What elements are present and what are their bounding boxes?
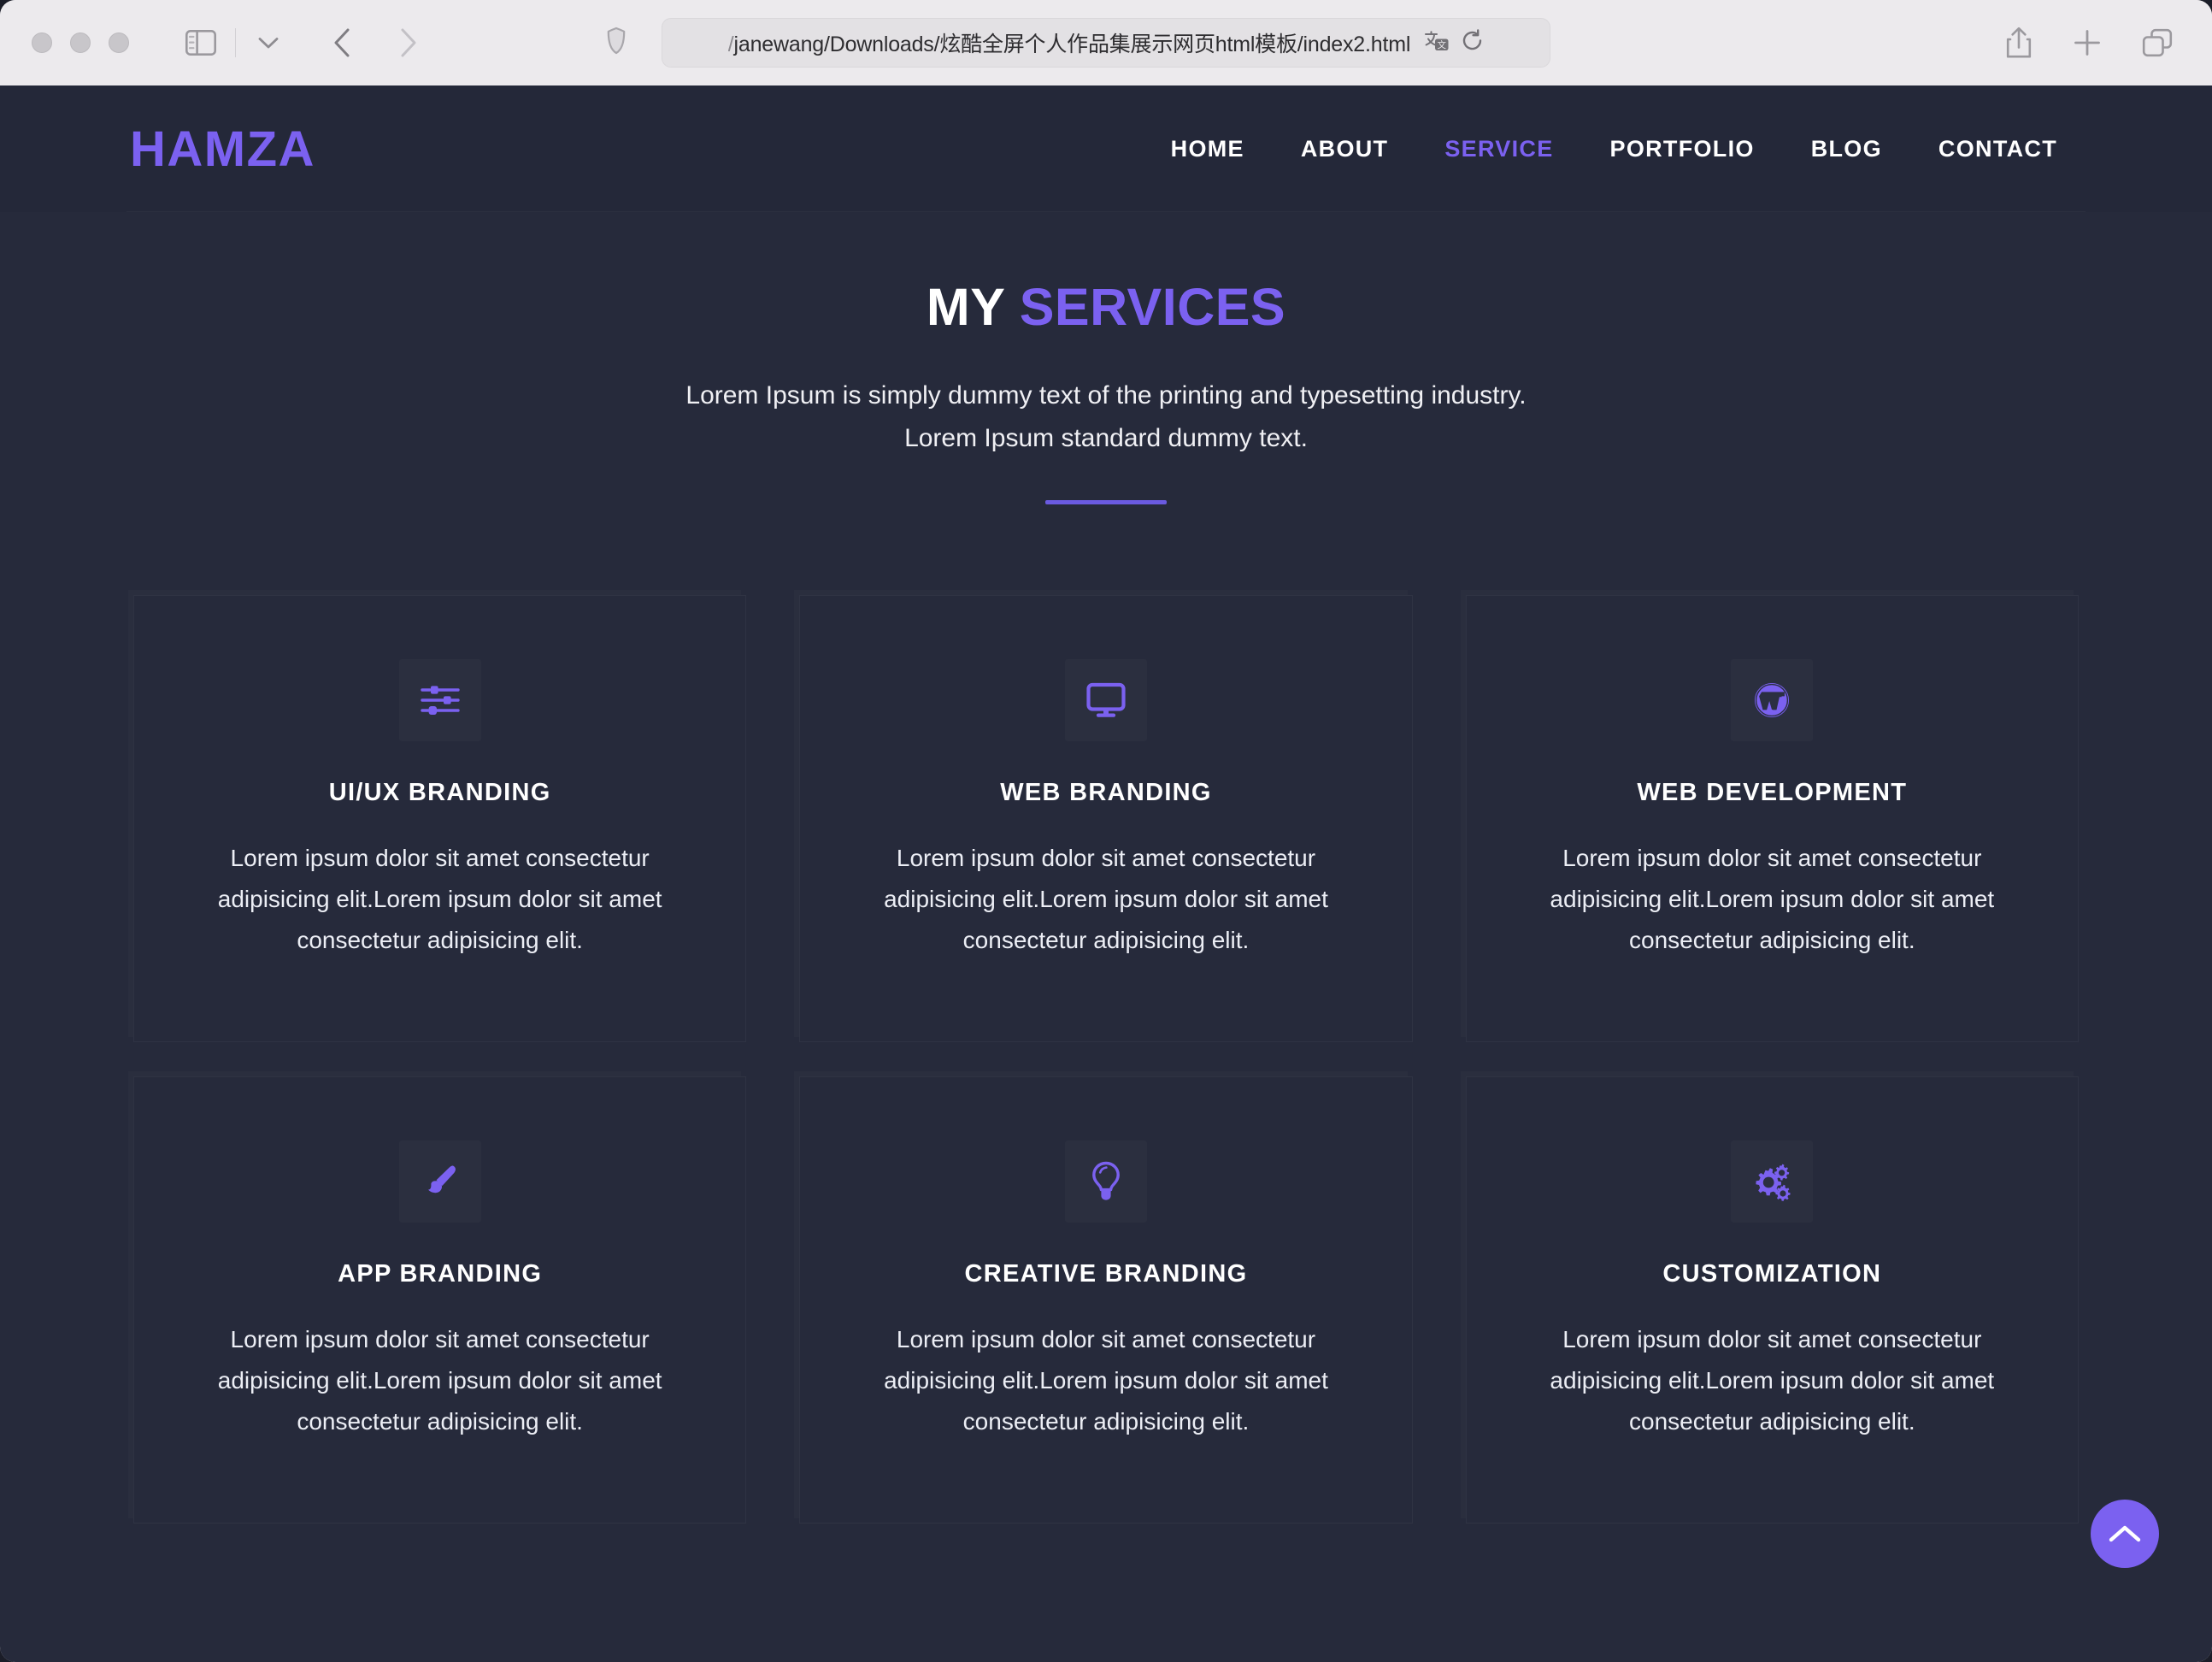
chevron-up-icon	[2109, 1525, 2141, 1542]
back-button-icon[interactable]	[318, 22, 366, 63]
privacy-shield-icon[interactable]	[607, 27, 626, 59]
page-title-plain: MY	[926, 278, 1005, 336]
service-card-description: Lorem ipsum dolor sit amet consectetur a…	[884, 1325, 1328, 1435]
address-bar-text: /janewang/Downloads/炫酷全屏个人作品集展示网页html模板/…	[728, 27, 1410, 58]
service-card-description: Lorem ipsum dolor sit amet consectetur a…	[217, 844, 662, 954]
nav-item-home[interactable]: HOME	[1143, 136, 1273, 162]
nav-item-blog[interactable]: BLOG	[1783, 136, 1910, 162]
address-bar-icons: 文	[1424, 28, 1484, 57]
services-section: MY SERVICES Lorem Ipsum is simply dummy …	[0, 212, 2212, 1524]
site-logo[interactable]: HAMZA	[130, 121, 315, 178]
service-card-description: Lorem ipsum dolor sit amet consectetur a…	[1550, 844, 1995, 954]
site-header: HAMZA HOME ABOUT SERVICE PORTFOLIO BLOG …	[0, 85, 2212, 212]
nav-item-portfolio[interactable]: PORTFOLIO	[1582, 136, 1783, 162]
service-card[interactable]: CREATIVE BRANDING Lorem ipsum dolor sit …	[799, 1076, 1413, 1524]
section-divider	[1045, 499, 1167, 504]
page-viewport: HAMZA HOME ABOUT SERVICE PORTFOLIO BLOG …	[0, 85, 2212, 1662]
share-icon[interactable]	[2005, 27, 2033, 59]
toolbar-right-actions	[2005, 27, 2173, 59]
service-card-title: WEB BRANDING	[1000, 778, 1212, 806]
chevron-down-icon[interactable]	[248, 24, 289, 62]
desktop-monitor-icon	[1065, 659, 1147, 741]
tab-overview-icon[interactable]	[2142, 28, 2173, 57]
service-card[interactable]: WEB DEVELOPMENT Lorem ipsum dolor sit am…	[1465, 594, 2079, 1042]
zoom-window-button[interactable]	[109, 32, 129, 53]
toolbar-divider	[235, 28, 236, 57]
window-controls	[32, 32, 129, 53]
translate-icon[interactable]: 文	[1424, 30, 1450, 56]
page-title-accent: SERVICES	[1019, 278, 1286, 336]
section-subtitle: Lorem Ipsum is simply dummy text of the …	[685, 381, 1527, 453]
sliders-icon	[399, 659, 481, 741]
url-prefix: /	[727, 32, 734, 56]
svg-text:文: 文	[1438, 39, 1447, 50]
sidebar-toggle-icon[interactable]	[179, 24, 223, 62]
reload-icon[interactable]	[1462, 28, 1484, 57]
light-bulb-icon	[1065, 1140, 1147, 1223]
gears-icon	[1731, 1140, 1813, 1223]
forward-button-icon[interactable]	[385, 22, 432, 63]
nav-item-service[interactable]: SERVICE	[1416, 136, 1581, 162]
minimize-window-button[interactable]	[70, 32, 91, 53]
main-navigation: HOME ABOUT SERVICE PORTFOLIO BLOG CONTAC…	[1143, 136, 2086, 162]
service-card-title: CREATIVE BRANDING	[964, 1259, 1248, 1288]
new-tab-icon[interactable]	[2074, 29, 2101, 56]
nav-item-contact[interactable]: CONTACT	[1910, 136, 2086, 162]
toolbar-nav-group	[179, 22, 432, 63]
service-card[interactable]: WEB BRANDING Lorem ipsum dolor sit amet …	[799, 594, 1413, 1042]
service-card-title: CUSTOMIZATION	[1662, 1259, 1882, 1288]
service-card-description: Lorem ipsum dolor sit amet consectetur a…	[1550, 1325, 1995, 1435]
browser-window: /janewang/Downloads/炫酷全屏个人作品集展示网页html模板/…	[0, 0, 2212, 1662]
service-card-title: WEB DEVELOPMENT	[1637, 778, 1908, 806]
service-card[interactable]: CUSTOMIZATION Lorem ipsum dolor sit amet…	[1465, 1076, 2079, 1524]
paint-brush-icon	[399, 1140, 481, 1223]
close-window-button[interactable]	[32, 32, 52, 53]
page-title: MY SERVICES	[0, 277, 2212, 337]
service-card-description: Lorem ipsum dolor sit amet consectetur a…	[217, 1325, 662, 1435]
service-card-title: UI/UX BRANDING	[328, 778, 551, 806]
scroll-to-top-button[interactable]	[2091, 1500, 2159, 1568]
service-card[interactable]: UI/UX BRANDING Lorem ipsum dolor sit ame…	[133, 594, 747, 1042]
service-card[interactable]: APP BRANDING Lorem ipsum dolor sit amet …	[133, 1076, 747, 1524]
nav-item-about[interactable]: ABOUT	[1273, 136, 1417, 162]
services-grid: UI/UX BRANDING Lorem ipsum dolor sit ame…	[133, 594, 2079, 1524]
wordpress-icon	[1731, 659, 1813, 741]
service-card-description: Lorem ipsum dolor sit amet consectetur a…	[884, 844, 1328, 954]
browser-toolbar: /janewang/Downloads/炫酷全屏个人作品集展示网页html模板/…	[0, 0, 2212, 85]
service-card-title: APP BRANDING	[338, 1259, 543, 1288]
url-value: janewang/Downloads/炫酷全屏个人作品集展示网页html模板/i…	[733, 32, 1411, 56]
address-bar[interactable]: /janewang/Downloads/炫酷全屏个人作品集展示网页html模板/…	[662, 18, 1550, 68]
